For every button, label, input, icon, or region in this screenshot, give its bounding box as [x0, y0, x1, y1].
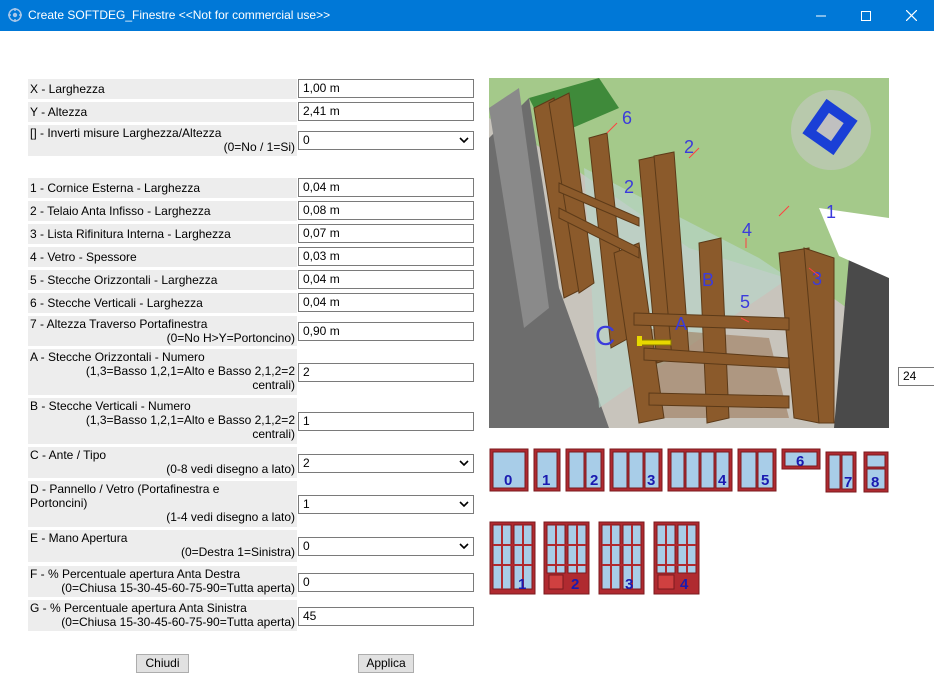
panel-4-label: 4 — [680, 576, 689, 593]
marker-6: 6 — [622, 108, 632, 128]
minimize-button[interactable] — [798, 0, 844, 31]
horizontal-bars-input[interactable]: 0,04 m — [298, 270, 474, 289]
maximize-button[interactable] — [843, 0, 889, 31]
glass-input[interactable]: 0,03 m — [298, 247, 474, 266]
panel-glass-select[interactable]: 1 — [298, 495, 474, 514]
panel-thumbnails[interactable]: 1 2 3 4 — [489, 520, 703, 596]
type-3-label: 3 — [647, 472, 655, 489]
marker-a: A — [675, 314, 687, 334]
close-button[interactable]: Chiudi — [136, 654, 189, 673]
panel-2-label: 2 — [571, 576, 579, 593]
vertical-bars-input[interactable]: 0,04 m — [298, 293, 474, 312]
marker-4: 4 — [742, 220, 752, 240]
label-height: Y - Altezza — [28, 102, 297, 122]
maximize-icon — [861, 10, 871, 21]
label-vertical-bars: 6 - Stecche Verticali - Larghezza — [28, 293, 297, 313]
right-opening-input[interactable]: 0 — [298, 573, 474, 592]
label-horizontal-count: A - Stecche Orizzontali - Numero (1,3=Bas… — [28, 349, 297, 395]
marker-5: 5 — [740, 292, 750, 312]
label-left-opening: G - % Percentuale apertura Anta Sinistra… — [28, 600, 297, 631]
title-bar: Create SOFTDEG_Finestre <<Not for commer… — [0, 0, 934, 31]
label-glass: 4 - Vetro - Spessore — [28, 247, 297, 267]
label-transom: 7 - Altezza Traverso Portafinestra (0=No … — [28, 316, 297, 346]
opening-hand-select[interactable]: 0 — [298, 537, 474, 556]
invert-select[interactable]: 0 — [298, 131, 474, 150]
outer-frame-input[interactable]: 0,04 m — [298, 178, 474, 197]
chevron-down-icon — [459, 137, 469, 144]
app-icon — [8, 8, 22, 22]
window-3d-preview[interactable]: 6 2 2 4 1 3 B 5 A C — [489, 78, 889, 428]
vertical-count-input[interactable]: 1 — [298, 412, 474, 431]
chevron-down-icon — [459, 501, 469, 508]
close-window-button[interactable] — [888, 0, 934, 31]
label-horizontal-bars: 5 - Stecche Orizzontali - Larghezza — [28, 270, 297, 290]
label-panel-glass: D - Pannello / Vetro (Portafinestra e Por… — [28, 481, 297, 527]
type-2-label: 2 — [590, 472, 598, 489]
label-sash-frame: 2 - Telaio Anta Infisso - Larghezza — [28, 201, 297, 221]
marker-c: C — [595, 320, 615, 351]
type-thumbnails[interactable]: 0 1 2 3 4 5 6 7 8 — [489, 448, 891, 494]
chevron-down-icon — [459, 460, 469, 467]
minimize-icon — [816, 15, 826, 16]
panel-1-label: 1 — [518, 576, 526, 593]
type-5-label: 5 — [761, 472, 769, 489]
inner-trim-input[interactable]: 0,07 m — [298, 224, 474, 243]
marker-2b: 2 — [624, 177, 634, 197]
label-invert: [] - Inverti misure Larghezza/Altezza (0=… — [28, 125, 297, 156]
label-right-opening: F - % Percentuale apertura Anta Destra (0… — [28, 566, 297, 597]
preview-drawing: 6 2 2 4 1 3 B 5 A C — [489, 78, 889, 428]
horizontal-count-input[interactable]: 2 — [298, 363, 474, 382]
type-7-label: 7 — [844, 474, 852, 491]
view-cube-icon[interactable] — [791, 90, 871, 170]
chevron-down-icon — [459, 543, 469, 550]
label-opening-hand: E - Mano Apertura (0=Destra 1=Sinistra) — [28, 530, 297, 562]
label-outer-frame: 1 - Cornice Esterna - Larghezza — [28, 178, 297, 198]
apply-button[interactable]: Applica — [358, 654, 414, 673]
label-sash-type: C - Ante / Tipo (0-8 vedi disegno a lato) — [28, 447, 297, 478]
type-8-label: 8 — [871, 474, 879, 491]
type-6-label: 6 — [796, 453, 804, 470]
marker-b: B — [702, 270, 714, 290]
marker-1: 1 — [826, 202, 836, 222]
label-inner-trim: 3 - Lista Rifinitura Interna - Larghezza — [28, 224, 297, 244]
type-1-label: 1 — [542, 472, 550, 489]
left-opening-input[interactable]: 45 — [298, 607, 474, 626]
label-vertical-count: B - Stecche Verticali - Numero (1,3=Basso… — [28, 398, 297, 444]
width-input[interactable]: 1,00 m — [298, 79, 474, 98]
side-value-input[interactable]: 24 — [898, 367, 934, 386]
window-title: Create SOFTDEG_Finestre <<Not for commer… — [28, 8, 331, 22]
panel-3-label: 3 — [625, 576, 633, 593]
close-icon — [905, 10, 917, 21]
transom-input[interactable]: 0,90 m — [298, 322, 474, 341]
type-4-label: 4 — [718, 472, 727, 489]
label-width: X - Larghezza — [28, 79, 297, 99]
height-input[interactable]: 2,41 m — [298, 102, 474, 121]
type-0-label: 0 — [504, 472, 512, 489]
sash-frame-input[interactable]: 0,08 m — [298, 201, 474, 220]
sash-type-select[interactable]: 2 — [298, 454, 474, 473]
